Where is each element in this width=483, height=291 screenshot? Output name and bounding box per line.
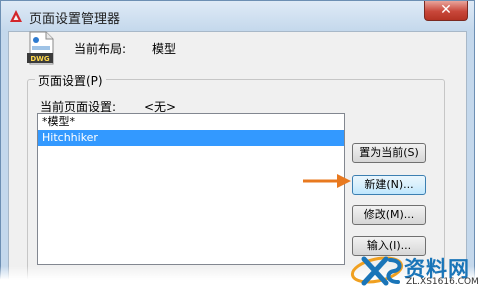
page-setup-list[interactable]: *模型* Hitchhiker	[37, 113, 345, 265]
window-title: 页面设置管理器	[29, 12, 121, 27]
list-item-hitchhiker[interactable]: Hitchhiker	[38, 130, 344, 146]
autocad-logo-icon	[10, 10, 22, 22]
title-bar[interactable]: 页面设置管理器 ✕	[1, 1, 474, 31]
watermark-logo-icon	[350, 256, 404, 286]
close-button[interactable]: ✕	[424, 1, 468, 21]
watermark-url: ZL.XS1616.COM	[406, 277, 479, 287]
pointer-arrow-icon	[303, 174, 351, 188]
watermark: 资料网 ZL.XS1616.COM	[350, 250, 480, 290]
dwg-file-icon: DWG	[27, 31, 54, 65]
current-layout-label: 当前布局:	[74, 42, 127, 56]
current-layout-value: 模型	[152, 42, 177, 56]
page-setups-group-title: 页面设置(P)	[35, 72, 106, 89]
dwg-icon-text: DWG	[30, 55, 50, 63]
page-setup-manager-dialog: 页面设置管理器 ✕ DWG 当前布局: 模型 页面设置(P) 当前页面设置: <…	[0, 0, 475, 291]
list-item-model[interactable]: *模型*	[38, 114, 344, 130]
modify-button[interactable]: 修改(M)...	[352, 205, 426, 225]
set-current-button[interactable]: 置为当前(S)	[352, 143, 426, 163]
new-button[interactable]: 新建(N)...	[352, 175, 426, 195]
